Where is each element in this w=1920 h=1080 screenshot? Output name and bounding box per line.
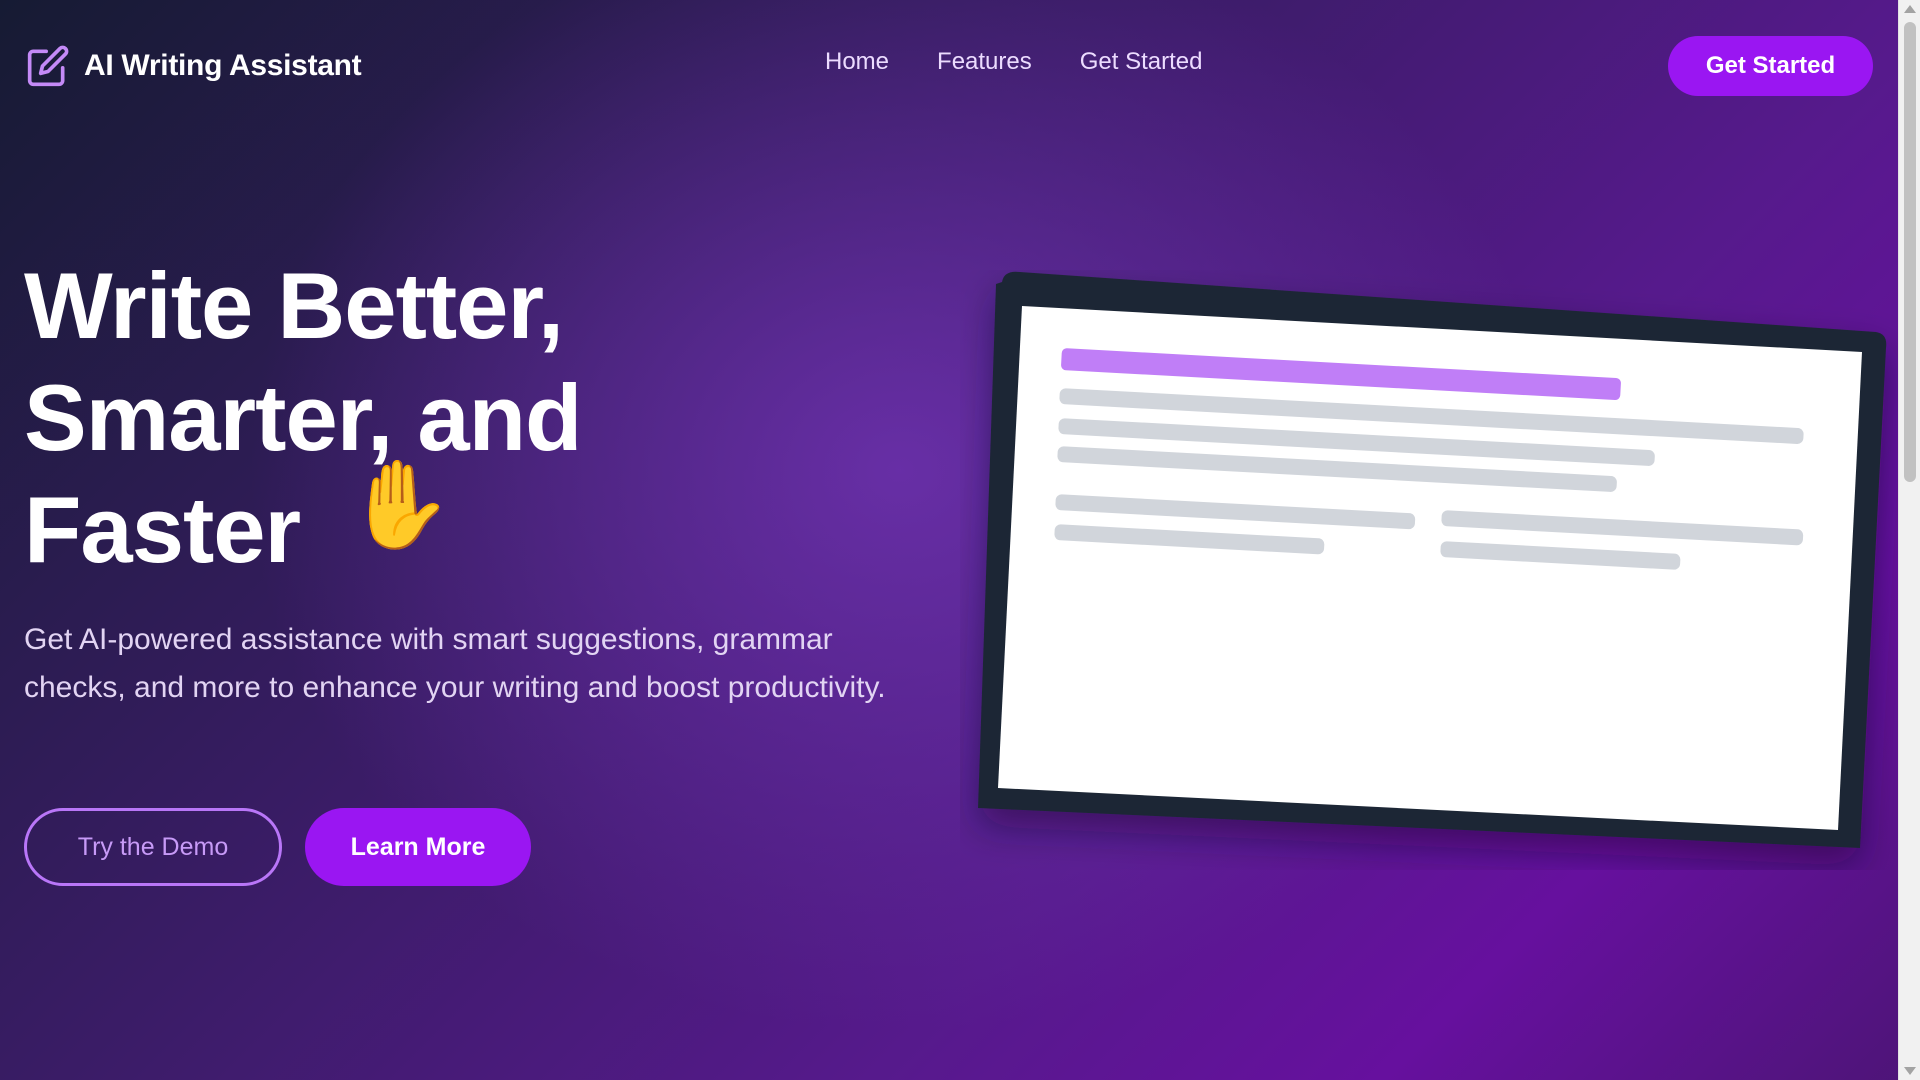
site-header: AI Writing Assistant Home Features Get S… (0, 0, 1898, 132)
brand-title: AI Writing Assistant (84, 49, 362, 82)
hero-heading-line-1: Write Better, (24, 253, 564, 358)
get-started-button[interactable]: Get Started (1668, 36, 1873, 96)
laptop-document-illustration (960, 270, 1900, 870)
try-demo-button[interactable]: Try the Demo (24, 808, 282, 886)
main-nav: Home Features Get Started (825, 48, 1202, 76)
hero-subtitle: Get AI-powered assistance with smart sug… (24, 623, 886, 704)
scrollbar-thumb[interactable] (1904, 22, 1916, 482)
scroll-up-arrow-icon[interactable] (1904, 5, 1916, 13)
brand-logo[interactable]: AI Writing Assistant (26, 42, 362, 90)
raised-hand-icon: ✋ (346, 455, 454, 555)
learn-more-button[interactable]: Learn More (305, 808, 531, 886)
nav-link-get-started[interactable]: Get Started (1080, 48, 1203, 76)
nav-link-features[interactable]: Features (937, 48, 1032, 76)
illustration-graphic (978, 271, 1887, 848)
edit-square-icon (27, 45, 69, 87)
page-scrollbar[interactable] (1898, 0, 1920, 1080)
scroll-down-arrow-icon[interactable] (1904, 1067, 1916, 1075)
nav-link-home[interactable]: Home (825, 48, 889, 76)
